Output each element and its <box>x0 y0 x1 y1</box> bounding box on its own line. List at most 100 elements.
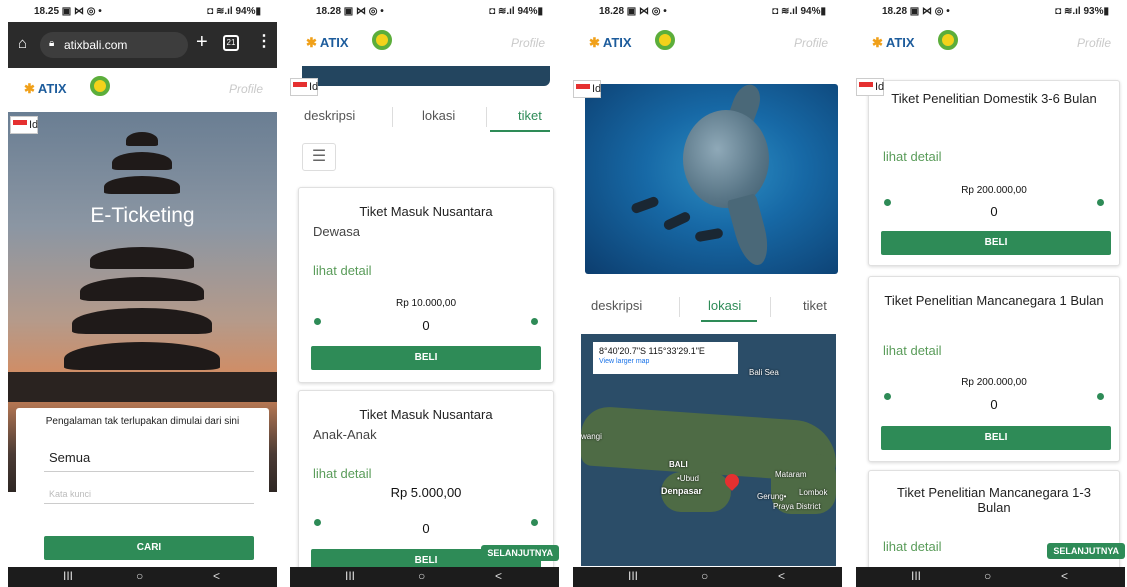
map-label: Mataram <box>775 470 807 479</box>
back-button[interactable]: < <box>213 569 220 583</box>
status-bar: 18.25 ▣ ⋈ ◎ • ◘ ≋.ıl 94%▮ <box>8 0 277 22</box>
flag-icon <box>859 82 873 87</box>
status-indicators: ◘ ≋.ıl 93%▮ <box>1055 6 1109 17</box>
buy-button[interactable]: BELI <box>881 426 1111 450</box>
home-button[interactable]: ○ <box>418 569 425 583</box>
back-button[interactable]: < <box>1061 569 1068 583</box>
tab-switcher-button[interactable]: 21 <box>223 35 239 51</box>
location-map[interactable]: 8°40'20.7"S 115°33'29.1"E View larger ma… <box>581 334 836 566</box>
status-indicators: ◘ ≋.ıl 94%▮ <box>207 6 261 17</box>
quantity-value: 0 <box>422 318 430 333</box>
coordinate-box: 8°40'20.7"S 115°33'29.1"E View larger ma… <box>593 342 738 374</box>
ticket-price: Rp 5.000,00 <box>390 485 462 500</box>
tab-tiket[interactable]: tiket <box>518 108 542 123</box>
tab-lokasi[interactable]: lokasi <box>422 108 455 123</box>
status-indicators: ◘ ≋.ıl 94%▮ <box>489 6 543 17</box>
ticket-title: Tiket Masuk Nusantara <box>359 407 493 422</box>
next-button[interactable]: SELANJUTNYA <box>481 545 559 561</box>
tab-lokasi[interactable]: lokasi <box>708 298 741 313</box>
recent-apps-button[interactable]: III <box>628 569 638 583</box>
ticket-card: Tiket Masuk Nusantara Dewasa lihat detai… <box>298 187 554 383</box>
category-select[interactable]: Semua <box>44 450 254 472</box>
ticket-title: Tiket Penelitian Mancanegara 1-3 Bulan <box>897 485 1091 515</box>
star-icon: ✱ <box>872 35 883 50</box>
language-switcher[interactable]: Id <box>10 116 38 134</box>
detail-link[interactable]: lihat detail <box>883 343 942 358</box>
back-button[interactable]: < <box>778 569 785 583</box>
app-header: ✱ ATIX Profile <box>573 22 842 66</box>
tab-divider <box>679 297 680 317</box>
pagoda-roof <box>112 152 172 170</box>
atix-logo[interactable]: ✱ ATIX <box>24 81 67 97</box>
buy-button[interactable]: BELI <box>311 346 541 370</box>
address-bar[interactable]: 🔒︎ atixbali.com <box>40 32 188 58</box>
home-icon[interactable]: ⌂ <box>18 35 27 52</box>
pagoda-roof <box>72 308 212 334</box>
increase-button[interactable] <box>531 519 538 526</box>
profile-link[interactable]: Profile <box>229 82 263 96</box>
keyword-input[interactable]: Kata kunci <box>44 484 254 504</box>
language-switcher[interactable]: Id <box>856 78 884 96</box>
ticket-card: Tiket Penelitian Domestik 3-6 Bulan liha… <box>868 80 1120 266</box>
destination-photo <box>585 84 838 274</box>
app-header: ✱ ATIX Profile <box>8 68 277 112</box>
status-time: 18.28 ▣ ⋈ ◎ • <box>599 6 667 17</box>
tab-divider <box>486 107 487 127</box>
phone-screen-tickets: 18.28 ▣ ⋈ ◎ • ◘ ≋.ıl 94%▮ ✱ ATIX Profile … <box>290 0 559 587</box>
sunfish-body <box>683 110 769 208</box>
ticket-title: Tiket Masuk Nusantara <box>359 204 493 219</box>
home-button[interactable]: ○ <box>984 569 991 583</box>
pagoda-roof <box>104 176 180 194</box>
pagoda-roof <box>126 132 158 146</box>
home-button[interactable]: ○ <box>701 569 708 583</box>
language-switcher[interactable]: Id <box>290 78 318 96</box>
map-label: wangi <box>581 432 602 441</box>
recent-apps-button[interactable]: III <box>345 569 355 583</box>
tab-deskripsi[interactable]: deskripsi <box>591 298 642 313</box>
tab-divider <box>770 297 771 317</box>
detail-link[interactable]: lihat detail <box>883 149 942 164</box>
increase-button[interactable] <box>1097 199 1104 206</box>
atix-logo[interactable]: ✱ ATIX <box>306 35 349 51</box>
profile-link[interactable]: Profile <box>511 36 545 50</box>
recent-apps-button[interactable]: III <box>63 569 73 583</box>
detail-link[interactable]: lihat detail <box>883 539 942 554</box>
star-icon: ✱ <box>589 35 600 50</box>
detail-tabs: deskripsi lokasi tiket <box>290 100 559 134</box>
search-button[interactable]: CARI <box>44 536 254 560</box>
active-tab-indicator <box>490 130 550 132</box>
search-card: Pengalaman tak terlupakan dimulai dari s… <box>16 408 269 578</box>
atix-logo[interactable]: ✱ ATIX <box>589 35 632 51</box>
profile-link[interactable]: Profile <box>794 36 828 50</box>
detail-link[interactable]: lihat detail <box>313 263 372 278</box>
back-button[interactable]: < <box>495 569 502 583</box>
menu-icon[interactable]: ⋮ <box>256 31 272 51</box>
larger-map-link[interactable]: View larger map <box>599 358 732 365</box>
bank-logo <box>372 30 392 50</box>
increase-button[interactable] <box>531 318 538 325</box>
status-bar: 18.28 ▣ ⋈ ◎ • ◘ ≋.ıl 94%▮ <box>290 0 559 22</box>
home-button[interactable]: ○ <box>136 569 143 583</box>
system-nav-bar: III ○ < <box>8 567 277 587</box>
atix-logo[interactable]: ✱ ATIX <box>872 35 915 51</box>
profile-link[interactable]: Profile <box>1077 36 1111 50</box>
destination-photo <box>302 66 550 86</box>
tagline: Pengalaman tak terlupakan dimulai dari s… <box>45 416 240 427</box>
recent-apps-button[interactable]: III <box>911 569 921 583</box>
flag-icon <box>13 120 27 125</box>
next-button[interactable]: SELANJUTNYA <box>1047 543 1125 559</box>
ticket-price: Rp 200.000,00 <box>961 185 1027 196</box>
browser-toolbar: ⌂ 🔒︎ atixbali.com + 21 ⋮ <box>8 22 277 68</box>
tab-tiket[interactable]: tiket <box>803 298 827 313</box>
tab-deskripsi[interactable]: deskripsi <box>304 108 355 123</box>
buy-button[interactable]: BELI <box>881 231 1111 255</box>
language-switcher[interactable]: Id <box>573 80 601 98</box>
phone-screen-research-tickets: 18.28 ▣ ⋈ ◎ • ◘ ≋.ıl 93%▮ ✱ ATIX Profile … <box>856 0 1125 587</box>
coordinates: 8°40'20.7"S 115°33'29.1"E <box>599 346 705 356</box>
detail-link[interactable]: lihat detail <box>313 466 372 481</box>
new-tab-icon[interactable]: + <box>196 31 208 54</box>
hamburger-menu-icon[interactable]: ☰ <box>302 143 336 171</box>
star-icon: ✱ <box>306 35 317 50</box>
sunfish-fin <box>726 193 774 269</box>
increase-button[interactable] <box>1097 393 1104 400</box>
